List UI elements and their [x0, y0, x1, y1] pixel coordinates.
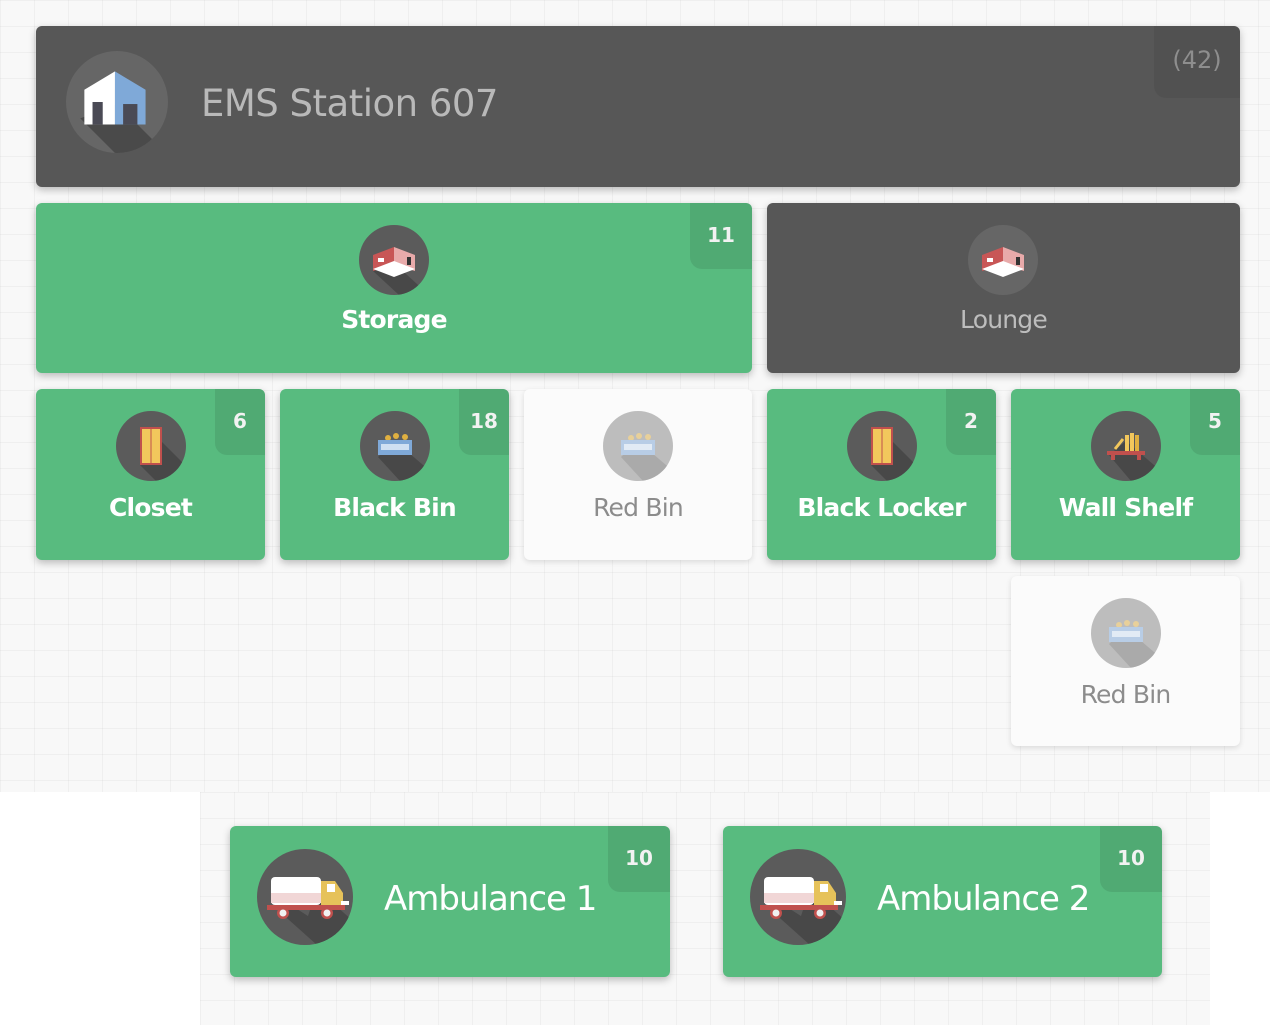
room-tile-storage[interactable]: Storage 11 [36, 203, 752, 373]
container-label: Black Locker [797, 493, 966, 522]
vehicle-label: Ambulance 1 [384, 879, 597, 919]
vehicle-tile-ambulance-1[interactable]: Ambulance 1 10 [230, 826, 670, 977]
container-label: Red Bin [1080, 680, 1172, 709]
count-badge: 2 [946, 389, 996, 455]
truck-icon [750, 849, 846, 945]
bin-icon [360, 411, 430, 481]
station-header-tile[interactable]: EMS Station 607 (42) [36, 26, 1240, 187]
bin-icon [603, 411, 673, 481]
container-tile-black-locker[interactable]: Black Locker 2 [767, 389, 996, 560]
count-badge: 6 [215, 389, 265, 455]
station-count-badge: (42) [1154, 26, 1240, 98]
container-label: Wall Shelf [1058, 493, 1193, 522]
shelf-icon [1091, 411, 1161, 481]
room-label: Lounge [960, 305, 1048, 334]
count-badge: 5 [1190, 389, 1240, 455]
container-label: Black Bin [333, 493, 457, 522]
container-tile-black-bin[interactable]: Black Bin 18 [280, 389, 509, 560]
count-badge: 10 [1100, 826, 1162, 892]
container-label: Closet [108, 493, 193, 522]
container-label: Red Bin [593, 493, 684, 522]
vehicle-tile-ambulance-2[interactable]: Ambulance 2 10 [723, 826, 1162, 977]
vehicle-label: Ambulance 2 [877, 879, 1090, 919]
locker-icon [847, 411, 917, 481]
container-tile-wall-shelf[interactable]: Wall Shelf 5 [1011, 389, 1240, 560]
count-badge: 10 [608, 826, 670, 892]
container-tile-red-bin[interactable]: Red Bin [524, 389, 752, 560]
station-title: EMS Station 607 [201, 82, 498, 125]
bin-icon [1091, 598, 1161, 668]
container-tile-red-bin-2[interactable]: Red Bin [1011, 576, 1240, 746]
room-icon [968, 225, 1038, 295]
room-icon [359, 225, 429, 295]
closet-icon [116, 411, 186, 481]
container-tile-closet[interactable]: Closet 6 [36, 389, 265, 560]
room-label: Storage [341, 305, 447, 334]
count-badge: 18 [459, 389, 509, 455]
truck-icon [257, 849, 353, 945]
count-badge: 11 [690, 203, 752, 269]
building-icon [66, 51, 168, 153]
room-tile-lounge[interactable]: Lounge [767, 203, 1240, 373]
